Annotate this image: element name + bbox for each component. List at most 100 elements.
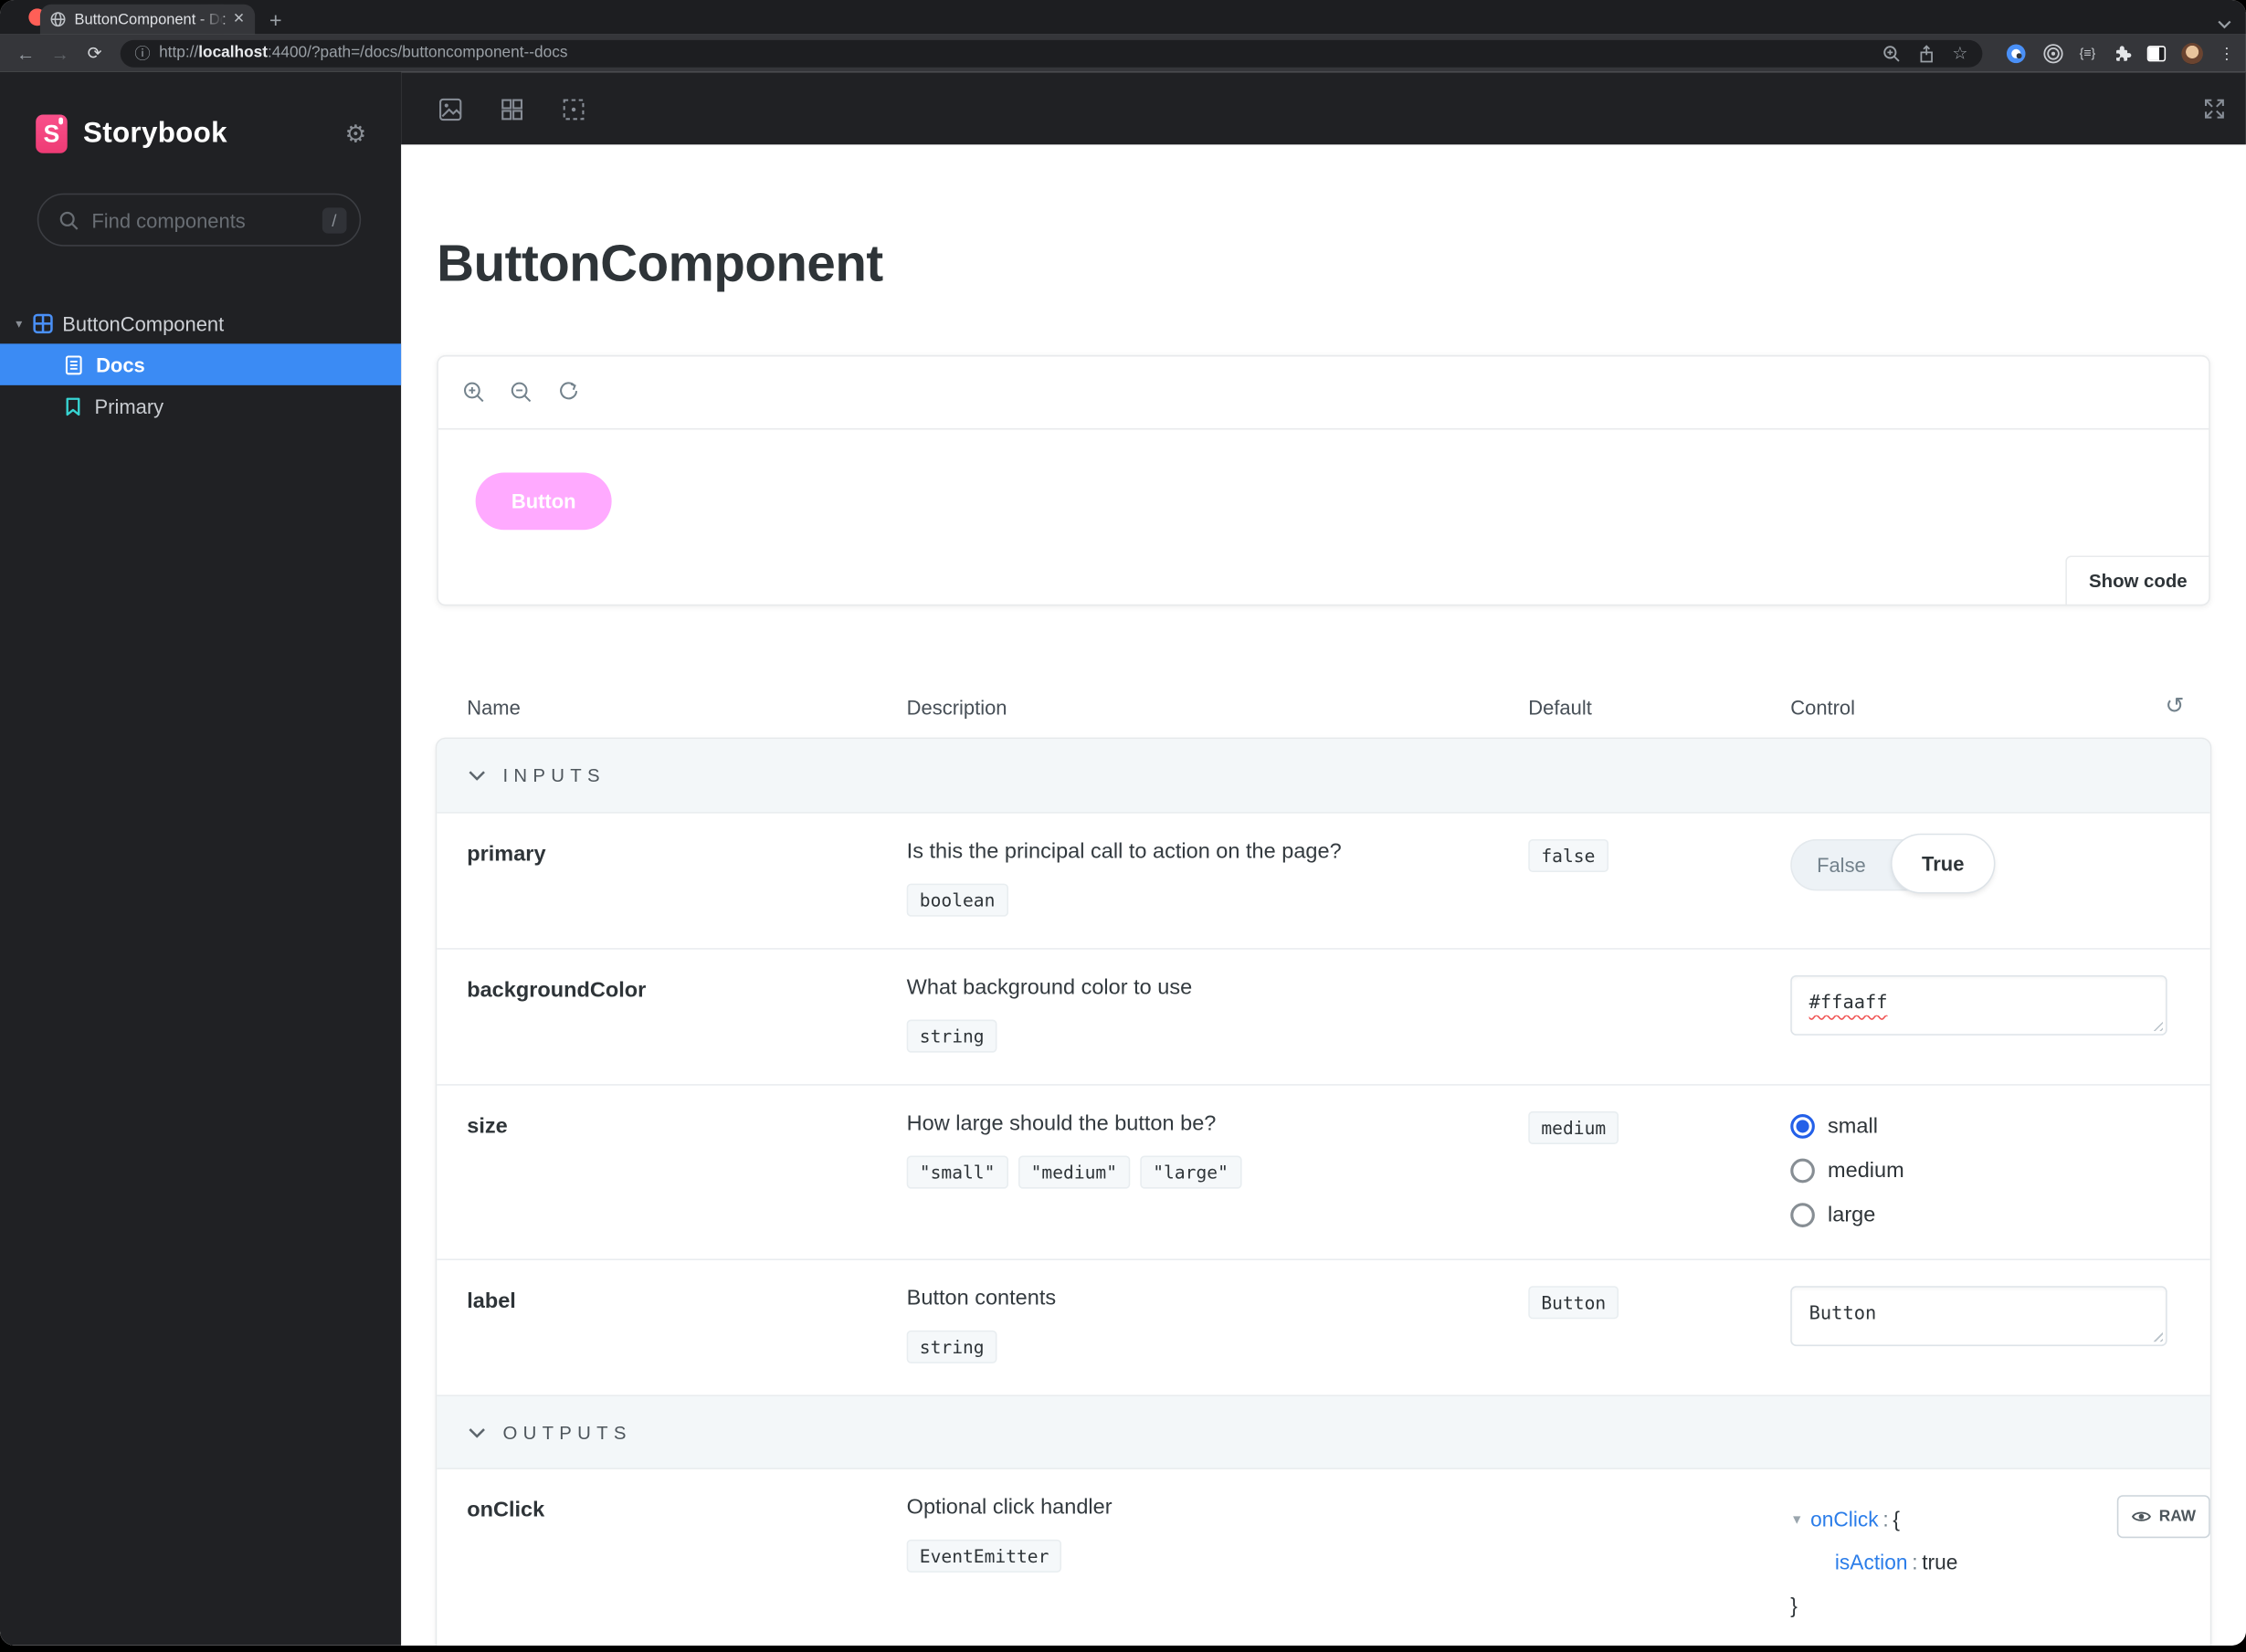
share-icon[interactable] [1918,44,1935,62]
component-tree: ▾ ButtonComponent Docs Primary [0,303,402,426]
input-value: Button [1808,1303,1877,1325]
new-tab-button[interactable]: + [269,10,282,32]
tree-root-label: ButtonComponent [62,311,225,335]
radio-label: medium [1828,1158,1904,1184]
brand-name: Storybook [82,117,227,150]
chrome-overflow-chevron-icon[interactable] [2218,20,2232,29]
arg-row-size: size How large should the button be? "sm… [437,1084,2210,1259]
tree-item-docs[interactable]: Docs [0,343,402,385]
arg-name: backgroundColor [467,978,647,1003]
resize-grip[interactable] [2149,1329,2163,1342]
canvas-toolbar [401,71,2246,145]
search-input[interactable]: Find components / [37,193,362,247]
radio-icon [1790,1114,1815,1139]
arg-description: What background color to use [906,974,1193,1000]
toggle-true-option[interactable]: True [1892,835,1994,892]
radio-label: large [1828,1203,1876,1227]
toggle-false-option[interactable]: False [1790,839,1892,890]
arg-name: primary [467,842,546,867]
address-bar[interactable]: ⓘ http://localhost:4400/?path=/docs/butt… [120,39,1982,67]
radio-option-large[interactable]: large [1790,1203,2170,1227]
section-label: OUTPUTS [502,1421,632,1443]
chrome-menu-icon[interactable]: ⋮ [2219,44,2234,62]
arg-row-onclick: onClick Optional click handler EventEmit… [437,1468,2210,1646]
reset-controls-icon[interactable]: ↺ [2165,695,2184,719]
arg-name: label [467,1289,516,1314]
zoom-out-icon[interactable] [510,381,533,404]
type-chip: "small" [906,1155,1008,1189]
radio-icon [1790,1203,1815,1227]
label-text-input[interactable]: Button [1790,1286,2167,1347]
forward-icon[interactable]: → [46,42,74,64]
extensions-puzzle-icon[interactable] [2112,43,2132,63]
content-area: ButtonComponent Button Show code Name De… [401,71,2246,1646]
tree-caret-icon[interactable]: ▼ [1790,1512,1803,1527]
section-outputs[interactable]: OUTPUTS [437,1394,2210,1469]
tree-item-label: Primary [94,395,164,418]
search-shortcut-badge: / [322,206,347,233]
backgroundcolor-text-input[interactable]: #ffaaff [1790,974,2167,1036]
zoom-page-icon[interactable] [1882,44,1901,62]
tree-item-primary[interactable]: Primary [0,385,401,426]
expander-caret-icon[interactable]: ▾ [16,316,22,331]
browser-tab[interactable]: ButtonComponent - Docs · Sto ✕ [39,4,256,35]
extension-blue-icon[interactable] [2005,42,2027,64]
reload-icon[interactable]: ⟳ [80,43,109,63]
tab-title-fade [197,4,224,35]
object-key-link[interactable]: isAction [1835,1552,1908,1575]
side-panel-icon[interactable] [2146,45,2167,61]
type-chip: EventEmitter [906,1539,1062,1573]
sidebar: S Storybook ⚙ Find components / ▾ Button… [0,71,402,1646]
fullscreen-icon[interactable] [2203,98,2226,121]
search-icon [59,211,79,229]
site-info-icon[interactable]: ⓘ [134,41,150,64]
show-code-button[interactable]: Show code [2065,555,2210,606]
background-image-icon[interactable] [438,97,463,121]
arg-row-primary: primary Is this the principal call to ac… [437,813,2210,949]
tree-item-buttoncomponent[interactable]: ▾ ButtonComponent [0,303,401,343]
brand-row: S Storybook ⚙ [0,71,401,153]
bookmark-star-icon[interactable]: ☆ [1952,43,1967,63]
boolean-toggle: False True [1790,835,1994,892]
component-grid-icon [32,313,52,334]
input-value: #ffaaff [1808,992,1888,1015]
measure-icon[interactable] [562,97,586,121]
storybook-logo-icon: S [36,114,68,153]
resize-grip[interactable] [2149,1017,2163,1032]
extension-circles-icon[interactable] [2042,42,2064,64]
object-colon: : [1912,1552,1918,1576]
eye-icon [2132,1511,2152,1521]
default-chip: medium [1528,1110,1619,1144]
grid-icon[interactable] [500,97,524,121]
radio-label: small [1828,1114,1878,1139]
arg-description: Is this the principal call to action on … [906,838,1342,864]
object-key-link[interactable]: onClick [1810,1510,1879,1532]
arg-description: Button contents [906,1286,1057,1310]
settings-gear-icon[interactable]: ⚙ [345,120,367,148]
args-table: Name Description Default Control ↺ INPUT… [437,695,2210,1646]
tree-item-label: Docs [96,352,145,376]
story-preview-card: Button Show code [437,354,2210,606]
radio-option-small[interactable]: small [1790,1114,2170,1139]
object-colon: : [1882,1509,1889,1532]
arg-row-backgroundcolor: backgroundColor What background color to… [437,948,2210,1085]
section-inputs[interactable]: INPUTS [437,739,2210,814]
object-close-brace: } [1790,1594,1798,1619]
document-icon [65,354,82,374]
raw-toggle-button[interactable]: RAW [2117,1495,2210,1539]
zoom-in-icon[interactable] [463,381,486,404]
default-chip: false [1528,838,1608,873]
arg-row-label: label Button contents string Button Butt… [437,1258,2210,1395]
url-text: http://localhost:4400/?path=/docs/button… [159,44,568,62]
arg-name: size [467,1114,508,1139]
zoom-reset-icon[interactable] [557,381,580,404]
story-bookmark-icon [66,396,80,416]
back-icon[interactable]: ← [12,42,40,64]
tab-close-icon[interactable]: ✕ [233,12,245,27]
profile-avatar[interactable] [2181,42,2203,64]
extension-braces-icon[interactable]: {≡} [2080,46,2096,60]
radio-option-medium[interactable]: medium [1790,1158,2170,1184]
object-open-brace: { [1893,1509,1900,1532]
globe-favicon-icon [50,12,66,27]
preview-button[interactable]: Button [475,472,612,531]
